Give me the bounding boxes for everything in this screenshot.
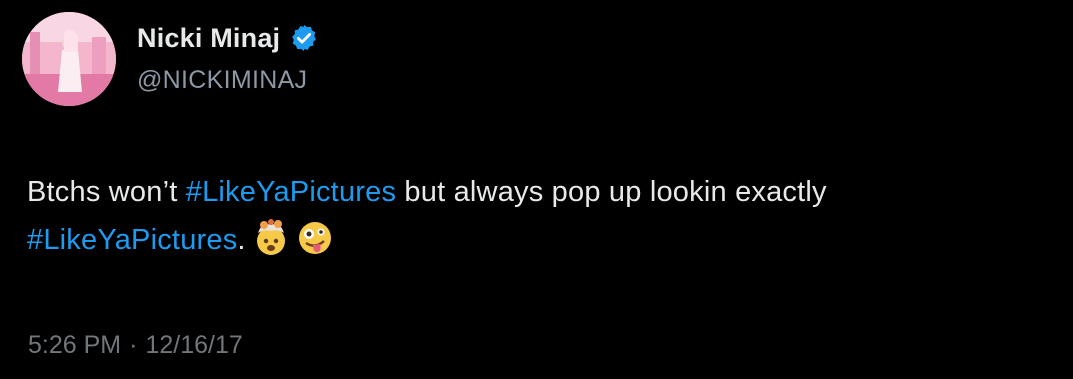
tweet-timestamp[interactable]: 5:26 PM · 12/16/17 <box>28 331 243 360</box>
zany-face-emoji-icon <box>296 219 334 257</box>
hashtag-link[interactable]: #LikeYaPictures <box>27 224 237 256</box>
verified-badge-icon <box>289 23 319 53</box>
timestamp-separator: · <box>129 331 138 359</box>
display-name[interactable]: Nicki Minaj <box>137 23 280 54</box>
tweet-date[interactable]: 12/16/17 <box>145 331 242 360</box>
avatar[interactable] <box>22 12 116 106</box>
tweet-text-segment: . <box>237 224 246 256</box>
user-handle[interactable]: @NICKIMINAJ <box>137 66 319 95</box>
avatar-image <box>22 12 116 106</box>
tweet-text: Btchs won’t #LikeYaPictures but always p… <box>27 168 1037 264</box>
tweet-header: Nicki Minaj @NICKIMINAJ <box>137 18 319 95</box>
tweet-text-segment: Btchs won’t <box>27 176 186 208</box>
exploding-head-emoji-icon <box>252 219 290 257</box>
name-row: Nicki Minaj <box>137 18 319 58</box>
tweet-text-segment: but always pop up lookin exactly <box>396 176 827 208</box>
tweet-time[interactable]: 5:26 PM <box>28 331 121 360</box>
tweet-card: Nicki Minaj @NICKIMINAJ Btchs won’t #Lik… <box>0 0 1073 379</box>
hashtag-link[interactable]: #LikeYaPictures <box>186 176 396 208</box>
